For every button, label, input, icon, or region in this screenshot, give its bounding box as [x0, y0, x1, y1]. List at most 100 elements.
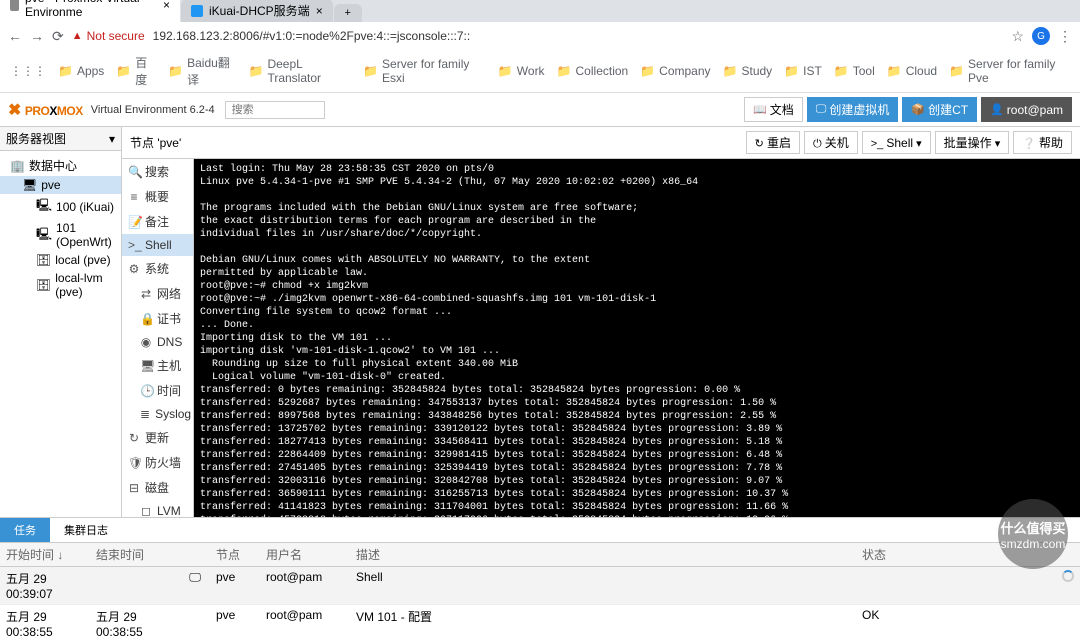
col-desc[interactable]: 描述: [350, 543, 856, 566]
tree-node[interactable]: 🖳 100 (iKuai): [0, 194, 121, 219]
reload-button[interactable]: ⟳: [52, 28, 64, 45]
tree-node[interactable]: 🏢数据中心: [0, 155, 121, 176]
sidemenu-item[interactable]: 🕒时间: [122, 378, 193, 403]
sidemenu-item[interactable]: 📝备注: [122, 209, 193, 234]
task-row[interactable]: 五月 29 00:38:55五月 29 00:38:55pveroot@pamV…: [0, 605, 1080, 639]
menu-icon: 🕒: [140, 384, 152, 398]
sidemenu-item[interactable]: ↻更新: [122, 425, 193, 450]
close-icon[interactable]: ×: [316, 4, 323, 18]
menu-icon: ↻: [128, 431, 140, 445]
shell-console[interactable]: Last login: Thu May 28 23:58:35 CST 2020…: [194, 159, 1080, 517]
sidemenu-item[interactable]: ≡概要: [122, 184, 193, 209]
sidemenu-item[interactable]: 🛡防火墙: [122, 450, 193, 475]
node-label: 100 (iKuai): [56, 200, 114, 214]
sidemenu-item[interactable]: ⚙系统: [122, 256, 193, 281]
resource-tree-panel: 服务器视图▾ 🏢数据中心🖥pve 🖳 100 (iKuai) 🖳101 (OpenWr…: [0, 127, 122, 517]
star-icon[interactable]: ☆: [1011, 28, 1024, 45]
tree-header[interactable]: 服务器视图▾: [0, 127, 121, 151]
create-vm-button[interactable]: 🖵 创建虚拟机: [807, 97, 899, 122]
bookmark-item[interactable]: 📁Company: [640, 54, 710, 88]
sidemenu-item[interactable]: ⇄网络: [122, 281, 193, 306]
node-icon: 🗄: [36, 278, 51, 292]
col-node[interactable]: 节点: [210, 543, 260, 566]
sidemenu-item[interactable]: 🖥主机: [122, 353, 193, 378]
bookmark-item[interactable]: 📁Server for family Pve: [949, 54, 1070, 88]
cell-user: root@pam: [260, 605, 350, 639]
tasks-panel: 任务 集群日志 开始时间 ↓ 结束时间 节点 用户名 描述 状态 五月 29 0…: [0, 517, 1080, 639]
breadcrumb-bar: 节点 'pve' ↻ 重启 ⏻ 关机 >_ Shell ▾ 批量操作 ▾ ❔ 帮…: [122, 127, 1080, 159]
bookmark-item[interactable]: 📁Study: [723, 54, 773, 88]
menu-icon: ≣: [140, 407, 150, 421]
cell-icon: [180, 605, 210, 639]
profile-avatar[interactable]: G: [1032, 27, 1050, 45]
bookmark-item[interactable]: 📁Tool: [834, 54, 875, 88]
dropdown-icon[interactable]: ▾: [109, 132, 115, 146]
bookmark-item[interactable]: 📁IST: [784, 54, 822, 88]
sidemenu-item[interactable]: >_Shell: [122, 234, 193, 256]
col-status[interactable]: 状态: [856, 543, 1056, 566]
shutdown-button[interactable]: ⏻ 关机: [804, 131, 858, 154]
tree-node[interactable]: 🗄local (pve): [0, 251, 121, 269]
sidemenu-item[interactable]: ◉DNS: [122, 331, 193, 353]
global-search-input[interactable]: [225, 101, 325, 119]
sidemenu-item[interactable]: ⊟磁盘: [122, 475, 193, 500]
tab-label: iKuai-DHCP服务端: [209, 2, 310, 19]
pve-header: ✖ PROXMOX Virtual Environment 6.2-4 📖 文档…: [0, 93, 1080, 127]
sidemenu-item[interactable]: 🔍搜索: [122, 159, 193, 184]
bookmark-item[interactable]: 📁Cloud: [887, 54, 937, 88]
back-button[interactable]: ←: [8, 28, 22, 44]
shell-button[interactable]: >_ Shell ▾: [862, 131, 931, 154]
forward-button[interactable]: →: [30, 28, 44, 44]
bookmark-item[interactable]: 📁Baidu翻译: [168, 54, 236, 88]
bookmark-item[interactable]: 📁百度: [116, 54, 156, 88]
user-menu-button[interactable]: 👤 root@pam: [981, 97, 1072, 122]
menu-label: Shell: [145, 238, 172, 252]
bulk-actions-button[interactable]: 批量操作 ▾: [935, 131, 1010, 154]
bookmark-item[interactable]: 📁DeepL Translator: [249, 54, 352, 88]
bookmark-item[interactable]: 📁Work: [498, 54, 545, 88]
cell-desc: Shell: [350, 567, 856, 604]
task-row[interactable]: 五月 29 00:39:07🖵pveroot@pamShell: [0, 567, 1080, 605]
node-icon: 🖳: [36, 196, 52, 217]
bookmark-item[interactable]: 📁Collection: [557, 54, 629, 88]
menu-icon[interactable]: ⋮: [1058, 28, 1072, 45]
bookmark-item[interactable]: 📁Server for family Esxi: [363, 54, 486, 88]
proxmox-logo: ✖ PROXMOX: [8, 100, 83, 120]
cell-node: pve: [210, 567, 260, 604]
menu-label: LVM: [157, 504, 181, 517]
url-input[interactable]: [153, 29, 1004, 43]
browser-tab[interactable]: iKuai-DHCP服务端 ×: [181, 0, 333, 22]
cell-node: pve: [210, 605, 260, 639]
node-icon: 🗄: [36, 253, 51, 267]
docs-button[interactable]: 📖 文档: [744, 97, 803, 122]
menu-icon: 📝: [128, 215, 140, 229]
sidemenu-item[interactable]: ◻LVM: [122, 500, 193, 517]
tree-node[interactable]: 🖥pve: [0, 176, 121, 194]
create-ct-button[interactable]: 📦 创建CT: [902, 97, 977, 122]
bookmark-item[interactable]: 📁Apps: [58, 54, 104, 88]
col-start[interactable]: 开始时间 ↓: [0, 543, 90, 566]
tree-node[interactable]: 🗄local-lvm (pve): [0, 269, 121, 301]
tab-tasks[interactable]: 任务: [0, 518, 50, 542]
apps-icon[interactable]: ⋮⋮⋮: [10, 64, 46, 78]
close-icon[interactable]: ×: [163, 0, 170, 12]
reboot-button[interactable]: ↻ 重启: [746, 131, 800, 154]
security-warning[interactable]: ▲ Not secure: [72, 29, 145, 43]
folder-icon: 📁: [949, 64, 964, 78]
browser-tab-active[interactable]: pve - Proxmox Virtual Environme×: [0, 0, 180, 22]
folder-icon: 📁: [784, 64, 799, 78]
menu-icon: 🔍: [128, 165, 140, 179]
cell-start: 五月 29 00:39:07: [0, 567, 90, 604]
cell-spinner: [1056, 567, 1080, 604]
tasks-header-row: 开始时间 ↓ 结束时间 节点 用户名 描述 状态: [0, 543, 1080, 567]
col-end[interactable]: 结束时间: [90, 543, 180, 566]
help-button[interactable]: ❔ 帮助: [1013, 131, 1072, 154]
sidemenu-item[interactable]: 🔒证书: [122, 306, 193, 331]
new-tab-button[interactable]: +: [334, 4, 362, 22]
menu-icon: ⇄: [140, 287, 152, 301]
col-user[interactable]: 用户名: [260, 543, 350, 566]
node-icon: 🖳: [36, 225, 52, 246]
sidemenu-item[interactable]: ≣Syslog: [122, 403, 193, 425]
tab-cluster-log[interactable]: 集群日志: [50, 518, 122, 542]
tree-node[interactable]: 🖳101 (OpenWrt): [0, 219, 121, 251]
